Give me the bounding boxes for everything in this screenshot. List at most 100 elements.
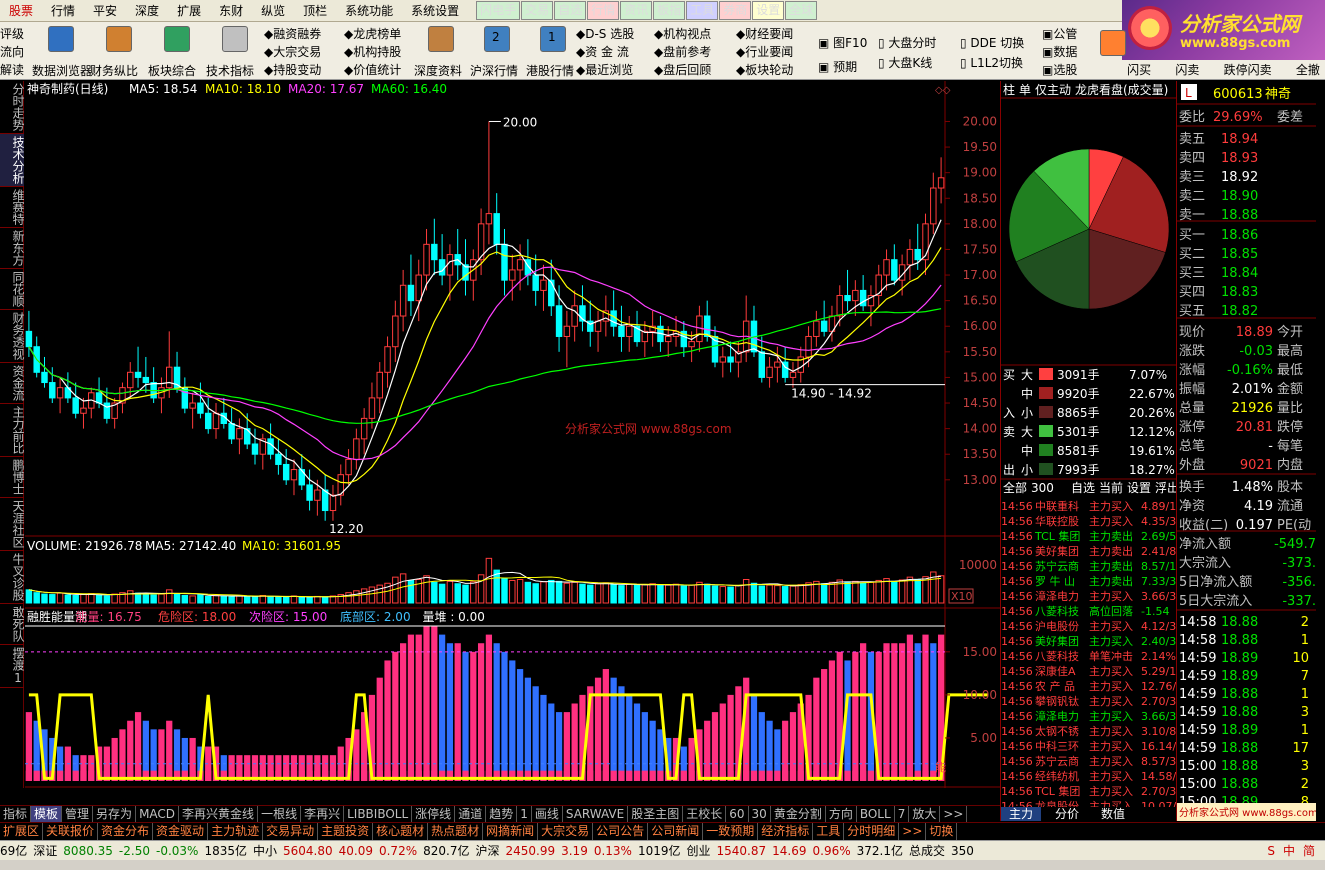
ime-button[interactable]: 中: [1279, 844, 1299, 858]
extension-tab[interactable]: 切换: [926, 823, 958, 840]
indicator-tab[interactable]: SARWAVE: [563, 806, 629, 822]
indicator-tab[interactable]: 通道: [455, 806, 487, 822]
quick-button[interactable]: 全球: [785, 1, 818, 20]
toolbar-link[interactable]: ◆融资融券: [264, 25, 321, 42]
indicator-tab[interactable]: >>: [940, 806, 968, 822]
toolbar-link[interactable]: ◆最近浏览: [576, 61, 633, 78]
toolbar-link[interactable]: ▯ L1L2切换: [960, 54, 1023, 71]
toolbar-link[interactable]: ▯ 大盘分时: [878, 34, 936, 51]
quick-button[interactable]: 工具: [686, 1, 719, 20]
quick-button[interactable]: 板指: [653, 1, 686, 20]
toolbar-link[interactable]: ◆机构视点: [654, 25, 711, 42]
toolbar-link[interactable]: ▣ 图F10: [818, 34, 867, 51]
toolbar-link[interactable]: ◆资 金 流: [576, 43, 629, 60]
extension-tab[interactable]: 公司公告: [593, 823, 649, 840]
indicator-tab[interactable]: 股圣主图: [628, 806, 684, 822]
left-tab[interactable]: 主力前比: [0, 404, 25, 457]
extension-tab[interactable]: 网摘新闻: [483, 823, 539, 840]
left-tab[interactable]: 资金流: [0, 363, 25, 404]
toolbar-link[interactable]: ▯ 大盘K线: [878, 54, 932, 71]
quick-button[interactable]: 行情: [587, 1, 620, 20]
indicator-tab[interactable]: 放大: [909, 806, 941, 822]
indicator-tab[interactable]: 另存为: [93, 806, 137, 822]
extension-tab[interactable]: 热点题材: [428, 823, 484, 840]
toolbar-link[interactable]: ▣公管: [1042, 25, 1077, 42]
indicator-tab[interactable]: MACD: [136, 806, 180, 822]
quick-button[interactable]: 设置: [752, 1, 785, 20]
toolbar-link[interactable]: ◆持股变动: [264, 61, 321, 78]
indicator-tab[interactable]: 指标: [0, 806, 32, 822]
chart-area[interactable]: 20.00 19.50 19.00 18.50 18.00 17.50 17.00 16.50…: [25, 81, 1000, 804]
toolbar-button[interactable]: 财务纵比: [90, 62, 138, 79]
menu-item[interactable]: 扩展: [168, 0, 210, 22]
toolbar-button[interactable]: 深度资料: [414, 62, 462, 79]
left-tab[interactable]: 同花顺: [0, 269, 25, 310]
menu-item[interactable]: 行情: [42, 0, 84, 22]
toolbar-link[interactable]: ◆行业要闻: [736, 43, 793, 60]
quick-button[interactable]: 券商: [719, 1, 752, 20]
toolbar-item[interactable]: 评级: [0, 25, 24, 42]
trade-button[interactable]: 全撤: [1296, 61, 1320, 78]
trade-button[interactable]: 跌停闪卖: [1224, 61, 1272, 78]
toolbar-link[interactable]: ▣选股: [1042, 61, 1077, 78]
indicator-tab[interactable]: 王校长: [683, 806, 727, 822]
trade-button[interactable]: 闪卖: [1175, 61, 1199, 78]
toolbar-link[interactable]: ◆盘后回顾: [654, 61, 711, 78]
toolbar-button[interactable]: 板块综合: [148, 62, 196, 79]
extension-tab[interactable]: 扩展区: [0, 823, 44, 840]
extension-tab[interactable]: 大宗交易: [538, 823, 594, 840]
quick-button[interactable]: 交易: [521, 1, 554, 20]
toolbar-link[interactable]: ▯ DDE 切换: [960, 34, 1024, 51]
extension-tab[interactable]: 主力轨迹: [208, 823, 264, 840]
extension-tab[interactable]: 核心题材: [373, 823, 429, 840]
toolbar-button[interactable]: 技术指标: [206, 62, 254, 79]
quick-button[interactable]: 资讯: [620, 1, 653, 20]
indicator-tab[interactable]: 30: [749, 806, 771, 822]
toolbar-item[interactable]: 流向: [0, 43, 24, 60]
extension-tab[interactable]: 主题投资: [318, 823, 374, 840]
left-tab[interactable]: 摆渡1: [0, 645, 25, 688]
left-tab[interactable]: 技术分析: [0, 134, 25, 187]
toolbar-link[interactable]: ◆大宗交易: [264, 43, 321, 60]
extension-tab[interactable]: 工具: [813, 823, 845, 840]
extension-tab[interactable]: 经济指标: [758, 823, 814, 840]
kline-chart[interactable]: 20.00 19.50 19.00 18.50 18.00 17.50 17.00 16.50…: [25, 81, 1000, 804]
left-tab[interactable]: 天涯社区: [0, 498, 25, 551]
toolbar-link[interactable]: ▣ 预期: [818, 58, 857, 75]
toolbar-button[interactable]: 港股行情: [526, 62, 574, 79]
indicator-tab[interactable]: 管理: [62, 806, 94, 822]
indicator-tab[interactable]: 模板: [31, 806, 63, 822]
menu-item[interactable]: 平安: [84, 0, 126, 22]
indicator-tab[interactable]: 黄金分割: [771, 806, 826, 822]
toolbar-link[interactable]: ▣数据: [1042, 43, 1077, 60]
quick-button[interactable]: 自选: [554, 1, 587, 20]
extension-tab[interactable]: >>: [899, 823, 927, 840]
menu-item[interactable]: 纵览: [252, 0, 294, 22]
menu-item[interactable]: 深度: [126, 0, 168, 22]
left-tab[interactable]: 维赛特: [0, 187, 25, 228]
extension-tab[interactable]: 交易异动: [263, 823, 319, 840]
indicator-tab[interactable]: 李再兴: [301, 806, 345, 822]
indicator-tab[interactable]: 60: [726, 806, 749, 822]
indicator-tab[interactable]: LIBBIBOLL: [344, 806, 413, 822]
toolbar-item[interactable]: 解读: [0, 61, 24, 78]
indicator-tab[interactable]: 1: [517, 806, 532, 822]
left-tab[interactable]: 分时走势: [0, 81, 25, 134]
toolbar-link[interactable]: ◆财经要闻: [736, 25, 793, 42]
extension-tab[interactable]: 资金驱动: [153, 823, 209, 840]
left-tab[interactable]: 新东方: [0, 228, 25, 269]
extension-tab[interactable]: 关联报价: [43, 823, 99, 840]
menu-item[interactable]: 系统设置: [402, 0, 468, 22]
menu-item[interactable]: 顶栏: [294, 0, 336, 22]
toolbar-button[interactable]: 数据浏览器: [32, 62, 92, 79]
indicator-tab[interactable]: 一根线: [258, 806, 302, 822]
toolbar-link[interactable]: ◆机构持股: [344, 43, 401, 60]
toolbar-link[interactable]: ◆板块轮动: [736, 61, 793, 78]
extension-tab[interactable]: 分时明细: [844, 823, 900, 840]
toolbar-link[interactable]: ◆价值统计: [344, 61, 401, 78]
indicator-tab[interactable]: 趋势: [486, 806, 518, 822]
extension-tab[interactable]: 资金分布: [98, 823, 154, 840]
indicator-tab[interactable]: 涨停线: [412, 806, 456, 822]
extension-tab[interactable]: 一致预期: [703, 823, 759, 840]
quick-button[interactable]: 闪电手: [476, 1, 521, 20]
